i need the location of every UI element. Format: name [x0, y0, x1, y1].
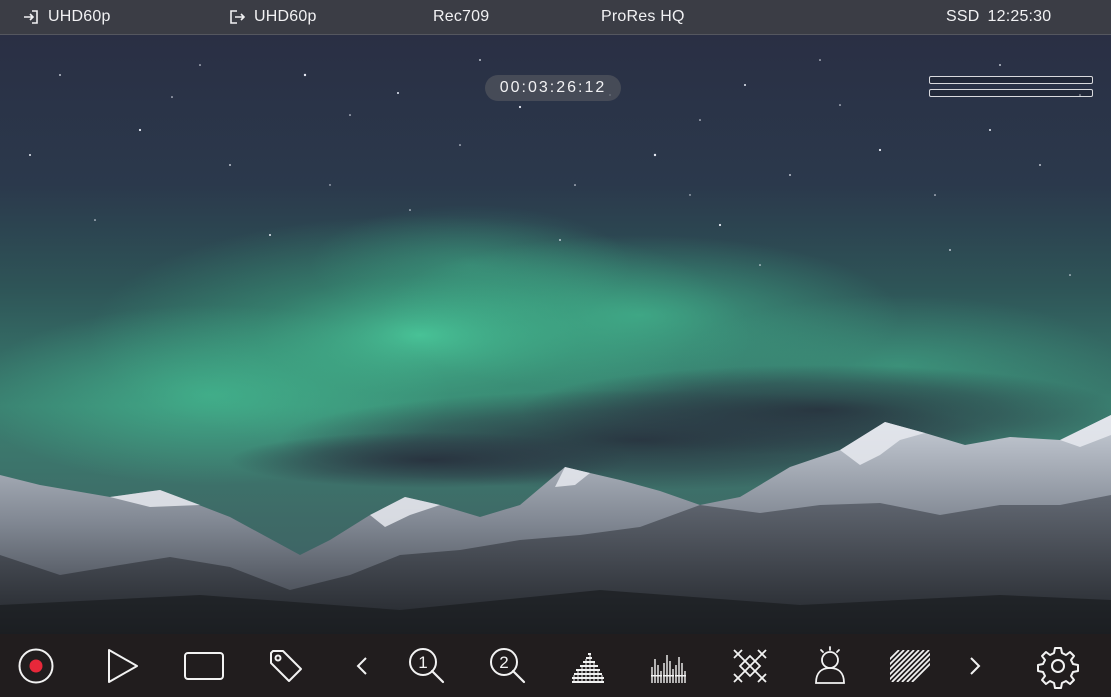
- chevron-left-icon: [356, 657, 367, 675]
- video-preview[interactable]: 00:03:26:12: [0, 35, 1111, 634]
- gamma-label: Rec709: [433, 8, 490, 25]
- monitor-recorder-screen: UHD60p UHD60p Rec709 ProRes HQ SSD 12:25…: [0, 0, 1111, 697]
- timecode-display[interactable]: 00:03:26:12: [485, 75, 621, 101]
- waveform-button[interactable]: [566, 644, 610, 688]
- input-icon: [24, 10, 38, 24]
- record-icon: [18, 648, 54, 684]
- false-color-icon: [815, 646, 845, 684]
- gear-icon: [1037, 647, 1079, 689]
- gamma-status[interactable]: Rec709: [433, 0, 489, 34]
- svg-text:1: 1: [418, 653, 427, 672]
- aurora-mountain-image: [0, 35, 1111, 634]
- media-status[interactable]: SSD 12:25:30: [946, 0, 1051, 34]
- previous-page-button[interactable]: [340, 644, 384, 688]
- zoom-2-button[interactable]: 2: [485, 644, 529, 688]
- tag-icon: [270, 650, 302, 682]
- zoom-1-button[interactable]: 1: [404, 644, 448, 688]
- input-format-status[interactable]: UHD60p: [22, 0, 111, 34]
- rgb-parade-icon: [651, 655, 686, 683]
- audio-meter-channel-1: [929, 76, 1093, 84]
- svg-text:2: 2: [499, 653, 508, 672]
- play-icon: [108, 649, 138, 683]
- rgb-parade-button[interactable]: [647, 644, 691, 688]
- chevron-right-icon: [970, 657, 981, 675]
- status-bar: UHD60p UHD60p Rec709 ProRes HQ SSD 12:25…: [0, 0, 1111, 35]
- zoom-2-icon: 2: [490, 648, 526, 684]
- false-color-button[interactable]: [808, 644, 852, 688]
- aspect-frame-button[interactable]: [182, 644, 226, 688]
- record-button[interactable]: [14, 644, 58, 688]
- output-format-status[interactable]: UHD60p: [228, 0, 317, 34]
- codec-status[interactable]: ProRes HQ: [601, 0, 685, 34]
- tag-button[interactable]: [264, 644, 308, 688]
- output-icon: [230, 10, 246, 24]
- codec-label: ProRes HQ: [601, 8, 685, 25]
- media-type-label: SSD: [946, 8, 980, 25]
- input-format-label: UHD60p: [48, 8, 111, 25]
- settings-button[interactable]: [1036, 644, 1080, 689]
- waveform-icon: [572, 653, 604, 683]
- audio-meters[interactable]: [929, 76, 1093, 102]
- output-format-label: UHD60p: [254, 8, 317, 25]
- play-button[interactable]: [100, 644, 144, 688]
- focus-peaking-icon: [733, 649, 767, 683]
- focus-peaking-button[interactable]: [728, 644, 772, 688]
- remaining-time-label: 12:25:30: [987, 8, 1052, 25]
- frame-guide-icon: [184, 652, 224, 680]
- zebra-button[interactable]: [888, 644, 932, 688]
- audio-meter-channel-2: [929, 89, 1093, 97]
- zebra-icon: [890, 650, 930, 682]
- bottom-toolbar: 1 2: [0, 634, 1111, 697]
- next-page-button[interactable]: [953, 644, 997, 688]
- zoom-1-icon: 1: [409, 648, 445, 684]
